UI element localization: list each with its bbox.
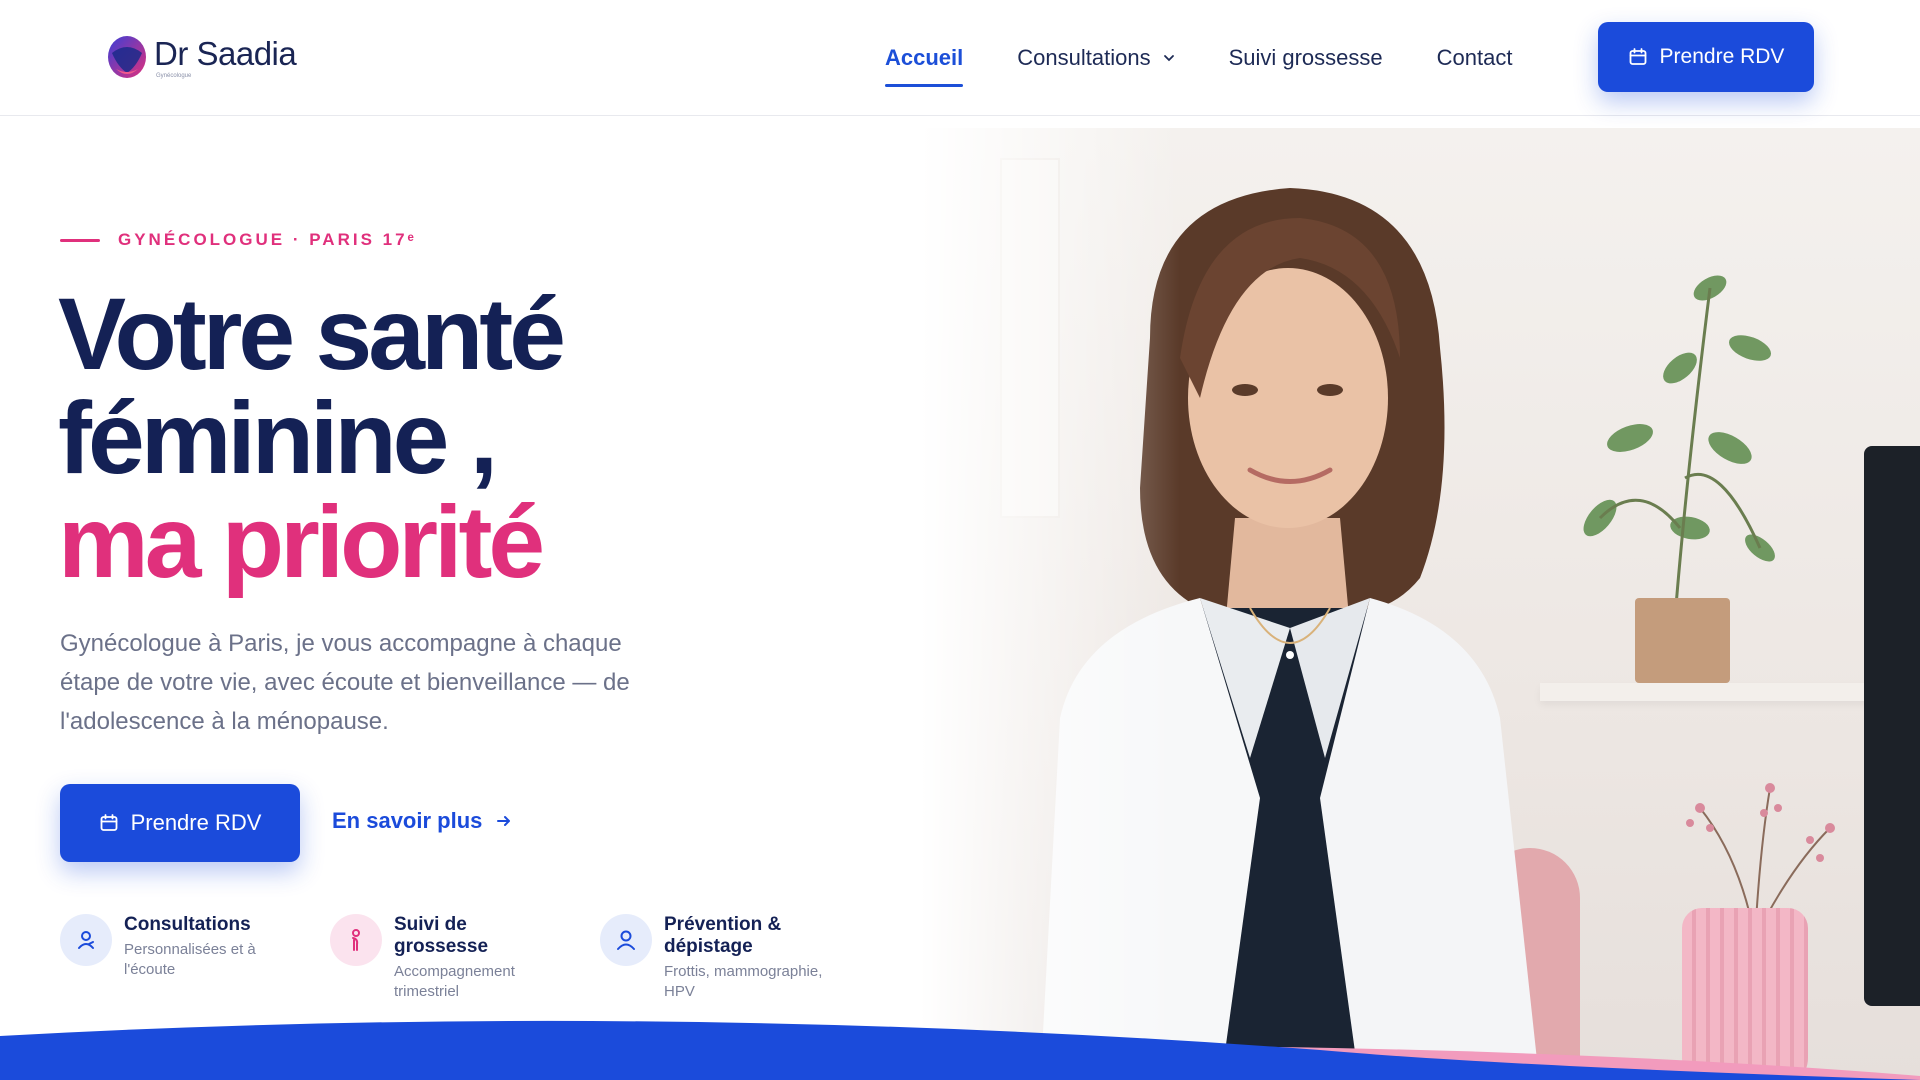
hero-description: Gynécologue à Paris, je vous accompagne … xyxy=(60,630,630,735)
brand-logo[interactable]: Dr Saadia Gynécologue xyxy=(106,30,297,86)
feature-title: Consultations xyxy=(124,914,251,935)
calendar-icon xyxy=(100,814,117,831)
eyebrow-text: GYNÉCOLOGUE · PARIS 17ᵉ xyxy=(118,230,417,249)
chevron-down-icon xyxy=(1163,55,1174,62)
nav-item-contact[interactable]: Contact xyxy=(1437,38,1513,78)
feature-prevention: Prévention & dépistage Frottis, mammogra… xyxy=(600,914,850,1002)
nav-item-accueil[interactable]: Accueil xyxy=(885,38,964,87)
hero-appointment-button[interactable]: Prendre RDV xyxy=(60,784,300,862)
hero-photo xyxy=(920,128,1920,1080)
nav-label: Contact xyxy=(1436,45,1513,70)
brand-name: Dr Saadia xyxy=(154,35,297,72)
eyebrow-line xyxy=(60,238,100,242)
button-label: Prendre RDV xyxy=(130,810,262,835)
header-appointment-button[interactable]: Prendre RDV xyxy=(1598,22,1814,92)
logo-mark-icon xyxy=(108,36,146,78)
wooden-box xyxy=(1635,598,1730,683)
main-nav: Accueil Consultations Suivi grossesse Co… xyxy=(885,38,1566,87)
button-label: Prendre RDV xyxy=(1659,45,1785,68)
computer-monitor xyxy=(1864,446,1920,1006)
pregnancy-icon xyxy=(330,914,382,966)
feature-title: Suivi de grossesse xyxy=(394,914,489,957)
link-label: En savoir plus xyxy=(332,808,483,833)
photo-fade xyxy=(920,128,1180,1080)
hero-title: Votre santé féminine , ma priorité xyxy=(58,277,566,599)
feature-list: Consultations Personnalisées et à l'écou… xyxy=(60,914,878,1002)
feature-subtitle: Personnalisées et à l'écoute xyxy=(124,941,256,978)
hero-eyebrow: GYNÉCOLOGUE · PARIS 17ᵉ xyxy=(60,230,417,250)
profile-icon xyxy=(600,914,652,966)
feature-pregnancy: Suivi de grossesse Accompagnement trimes… xyxy=(330,914,572,1002)
feature-title: Prévention & dépistage xyxy=(664,914,782,957)
feature-subtitle: Accompagnement trimestriel xyxy=(394,963,515,1000)
feature-consultations: Consultations Personnalisées et à l'écou… xyxy=(60,914,302,1002)
learn-more-link[interactable]: En savoir plus xyxy=(332,808,512,834)
user-icon xyxy=(60,914,112,966)
nav-item-suivi-grossesse[interactable]: Suivi grossesse xyxy=(1229,38,1383,78)
shelf xyxy=(1540,683,1920,701)
title-line-2: féminine , xyxy=(58,381,498,495)
bottom-wave-divider xyxy=(0,1020,1920,1080)
brand-subtitle: Gynécologue xyxy=(156,73,192,79)
title-line-1: Votre santé xyxy=(58,277,566,391)
site-header: Dr Saadia Gynécologue Accueil Consultati… xyxy=(0,0,1920,116)
nav-label: Consultations xyxy=(1017,45,1151,70)
arrow-right-icon xyxy=(497,816,511,826)
nav-label: Suivi grossesse xyxy=(1228,45,1383,70)
nav-item-consultations[interactable]: Consultations xyxy=(1017,38,1174,78)
nav-label: Accueil xyxy=(885,45,964,70)
title-line-3: ma priorité xyxy=(58,485,545,599)
feature-subtitle: Frottis, mammographie, HPV xyxy=(664,963,823,1000)
calendar-icon xyxy=(1629,48,1646,65)
